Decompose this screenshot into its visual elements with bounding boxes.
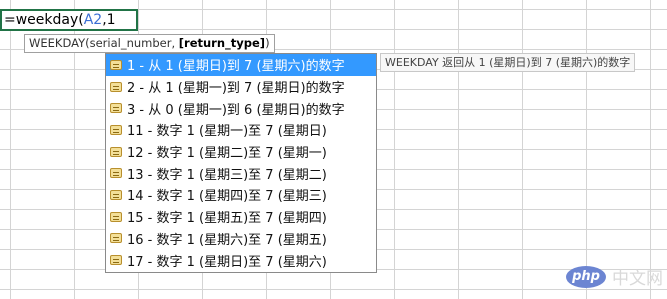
- constant-icon: [110, 168, 122, 179]
- option-item[interactable]: 11 - 数字 1 (星期一)至 7 (星期日): [106, 119, 376, 141]
- option-label: 11 - 数字 1 (星期一)至 7 (星期日): [127, 124, 327, 140]
- option-label: 13 - 数字 1 (星期三)至 7 (星期二): [127, 167, 327, 183]
- option-item[interactable]: 15 - 数字 1 (星期五)至 7 (星期四): [106, 206, 376, 228]
- option-label: 12 - 数字 1 (星期二)至 7 (星期一): [127, 146, 327, 162]
- option-label: 15 - 数字 1 (星期五)至 7 (星期四): [127, 211, 327, 227]
- option-item[interactable]: 17 - 数字 1 (星期日)至 7 (星期六): [106, 249, 376, 271]
- constant-icon: [110, 124, 122, 135]
- watermark-text: 中文网: [612, 269, 663, 289]
- current-argument: [return_type]: [178, 36, 266, 50]
- return-type-dropdown[interactable]: 1 - 从 1 (星期日)到 7 (星期六)的数字 2 - 从 1 (星期一)到…: [105, 53, 377, 273]
- constant-icon: [110, 103, 122, 114]
- option-item[interactable]: 1 - 从 1 (星期日)到 7 (星期六)的数字: [106, 54, 376, 76]
- signature-close: ): [265, 36, 270, 50]
- option-item[interactable]: 16 - 数字 1 (星期六)至 7 (星期五): [106, 228, 376, 250]
- function-signature-tooltip[interactable]: WEEKDAY(serial_number, [return_type]): [24, 34, 275, 53]
- constant-icon: [110, 81, 122, 92]
- option-label: 16 - 数字 1 (星期六)至 7 (星期五): [127, 232, 327, 248]
- option-label: 17 - 数字 1 (星期日)至 7 (星期六): [127, 254, 327, 270]
- option-item[interactable]: 14 - 数字 1 (星期四)至 7 (星期三): [106, 184, 376, 206]
- formula-prefix: =weekday(: [4, 12, 84, 28]
- constant-icon: [110, 189, 122, 200]
- constant-icon: [110, 233, 122, 244]
- cell-formula-editor[interactable]: =weekday(A2,1: [0, 9, 138, 31]
- function-signature: WEEKDAY(serial_number,: [29, 36, 179, 50]
- constant-icon: [110, 255, 122, 266]
- constant-icon: [110, 59, 122, 70]
- option-item[interactable]: 13 - 数字 1 (星期三)至 7 (星期二): [106, 162, 376, 184]
- option-label: 3 - 从 0 (星期一)到 6 (星期日)的数字: [127, 102, 345, 118]
- option-label: 2 - 从 1 (星期一)到 7 (星期日)的数字: [127, 81, 345, 97]
- constant-icon: [110, 146, 122, 157]
- option-label: 14 - 数字 1 (星期四)至 7 (星期三): [127, 189, 327, 205]
- constant-icon: [110, 211, 122, 222]
- formula-cell-reference: A2: [83, 12, 103, 28]
- formula-suffix: ,1: [102, 12, 116, 28]
- option-item[interactable]: 2 - 从 1 (星期一)到 7 (星期日)的数字: [106, 76, 376, 98]
- option-item[interactable]: 3 - 从 0 (星期一)到 6 (星期日)的数字: [106, 97, 376, 119]
- watermark: php 中文网: [566, 264, 663, 289]
- option-item[interactable]: 12 - 数字 1 (星期二)至 7 (星期一): [106, 141, 376, 163]
- option-label: 1 - 从 1 (星期日)到 7 (星期六)的数字: [127, 59, 345, 75]
- php-logo: php: [566, 265, 606, 288]
- option-description-tooltip: WEEKDAY 返回从 1 (星期日)到 7 (星期六)的数字: [380, 53, 636, 72]
